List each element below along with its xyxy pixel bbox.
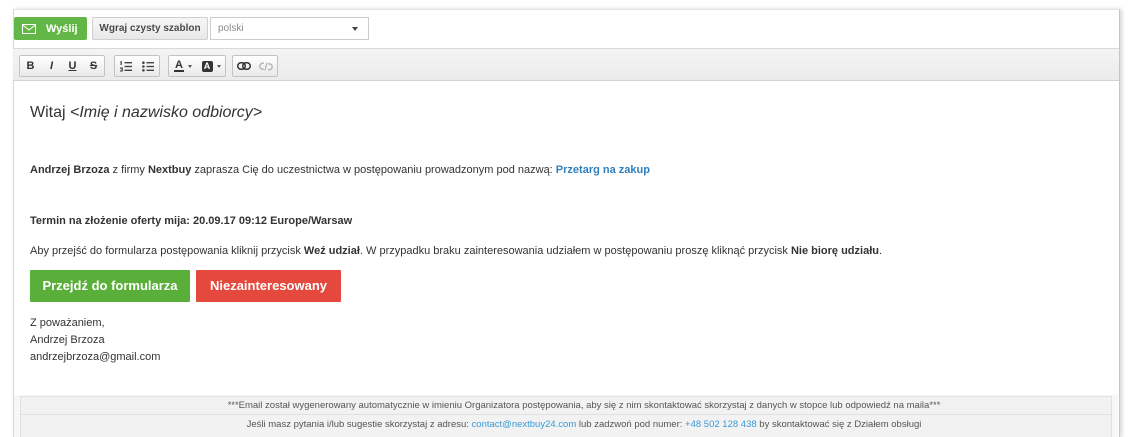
background-color-button[interactable]: A (197, 56, 225, 76)
footer-contact-text: Jeśli masz pytania i/lub sugestie skorzy… (246, 419, 472, 430)
link-group (232, 55, 278, 77)
offer-deadline: Termin na złożenie oferty mija: 20.09.17… (30, 213, 352, 229)
deadline-label: Termin na złożenie oferty mija: (30, 215, 190, 227)
not-interested-button[interactable]: Niezainteresowany (196, 270, 341, 302)
text-style-group: B I U S (19, 55, 105, 77)
language-select-value: polski (218, 23, 244, 34)
strikethrough-button[interactable]: S (83, 56, 104, 76)
ordered-list-icon (120, 60, 132, 72)
top-toolbar: Wyślij Wgraj czysty szablon polski (13, 10, 1119, 48)
format-toolbar: B I U S A A (13, 48, 1119, 81)
footer-contact: Jeśli masz pytania i/lub sugestie skorzy… (20, 415, 1112, 437)
participate-button-name: Weź udział (303, 245, 360, 257)
caret-down-icon (352, 27, 358, 31)
caret-down-icon (216, 64, 221, 68)
underline-button[interactable]: U (62, 56, 83, 76)
contact-phone-link[interactable]: +48 502 128 438 (685, 419, 757, 430)
email-footer: ***Email został wygenerowany automatyczn… (14, 395, 1118, 437)
send-button-label: Wyślij (46, 22, 78, 35)
invitation-text-part: zaprasza Cię do uczestnictwa w postępowa… (191, 164, 556, 176)
go-to-form-button[interactable]: Przejdź do formularza (30, 270, 190, 302)
email-composer: Wyślij Wgraj czysty szablon polski B I U… (0, 0, 1132, 437)
text-color-button[interactable]: A (169, 56, 197, 76)
send-button[interactable]: Wyślij (14, 17, 87, 40)
bullet-list-icon (142, 60, 154, 72)
load-clean-template-button[interactable]: Wgraj czysty szablon (92, 17, 208, 40)
color-group: A A (168, 55, 226, 77)
footer-notice: ***Email został wygenerowany automatyczn… (20, 396, 1112, 415)
signature-email: andrzejbrzoza@gmail.com (30, 351, 161, 363)
background-color-glyph: A (201, 60, 213, 72)
signature-name: Andrzej Brzoza (30, 334, 105, 346)
instructions-text-part: Aby przejść do formularza postępowania k… (30, 245, 304, 257)
invitation-text: Andrzej Brzoza z firmy Nextbuy zaprasza … (30, 162, 650, 178)
decline-button-name: Nie biorę udziału (790, 245, 879, 257)
signature-closing: Z poważaniem, (30, 317, 105, 329)
link-icon (237, 62, 251, 70)
insert-link-button[interactable] (233, 56, 255, 76)
recipient-name-placeholder: <Imię i nazwisko odbiorcy> (70, 104, 263, 121)
contact-email-link[interactable]: contact@nextbuy24.com (472, 419, 577, 430)
unlink-icon (259, 61, 273, 71)
caret-down-icon (187, 64, 192, 68)
email-editor-body[interactable]: Witaj <Imię i nazwisko odbiorcy> Andrzej… (13, 81, 1119, 395)
greeting-word: Witaj (30, 104, 66, 121)
bullet-list-button[interactable] (137, 56, 159, 76)
instructions-text: Aby przejść do formularza postępowania k… (30, 243, 882, 259)
envelope-icon (22, 23, 36, 34)
list-group (114, 55, 160, 77)
language-select[interactable]: polski (210, 17, 369, 40)
deadline-value: 20.09.17 09:12 Europe/Warsaw (193, 215, 353, 227)
tender-link[interactable]: Przetarg na zakup (556, 164, 650, 176)
instructions-text-part: . (878, 245, 883, 257)
invitation-text-part: z firmy (109, 164, 148, 176)
greeting: Witaj <Imię i nazwisko odbiorcy> (30, 103, 262, 123)
unlink-button[interactable] (255, 56, 277, 76)
bold-button[interactable]: B (20, 56, 41, 76)
italic-button[interactable]: I (41, 56, 62, 76)
footer-contact-text: by skontaktować się z Działem obsługi (756, 419, 922, 430)
ordered-list-button[interactable] (115, 56, 137, 76)
company-name: Nextbuy (147, 164, 192, 176)
instructions-text-part: . W przypadku braku zainteresowania udzi… (359, 245, 791, 257)
footer-contact-text: lub zadzwoń pod numer: (576, 419, 686, 430)
sender-name: Andrzej Brzoza (30, 164, 110, 176)
text-color-glyph: A (174, 59, 184, 72)
